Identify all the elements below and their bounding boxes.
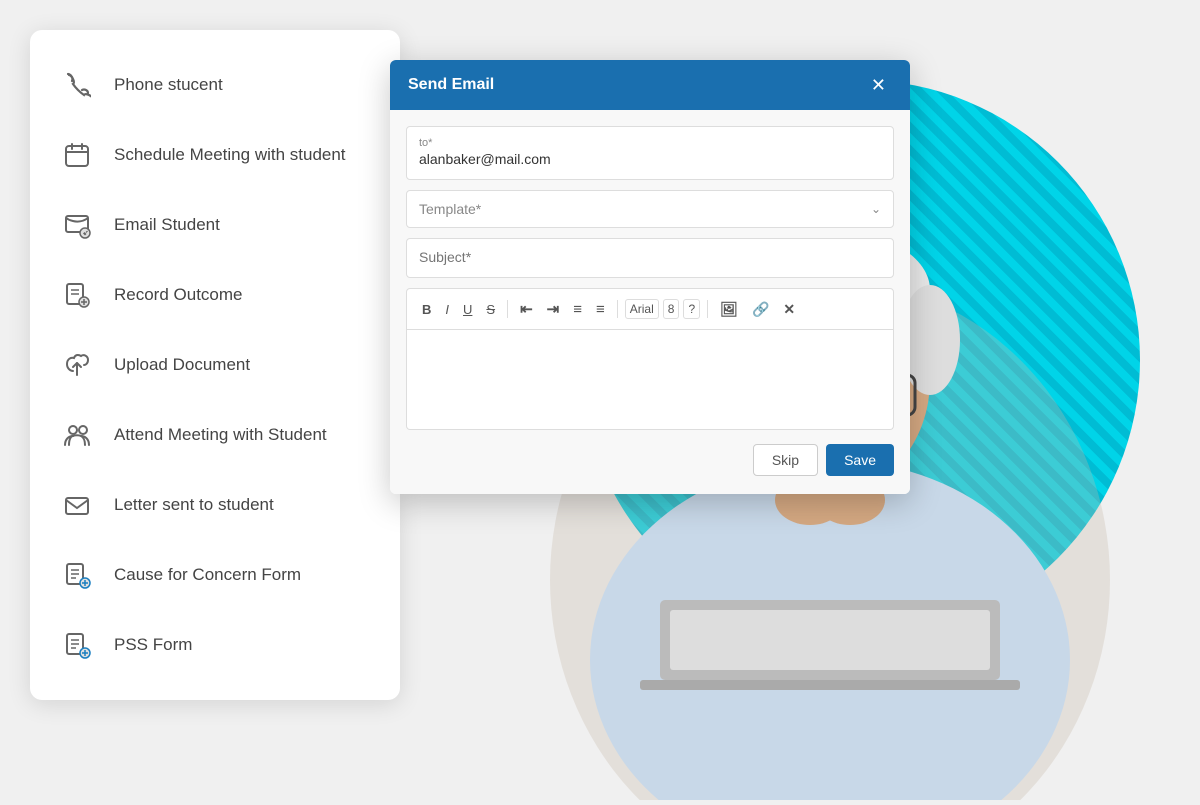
modal-container: Send Email ✕ to* Template* ⌄ B I U bbox=[390, 60, 910, 494]
modal-body: to* Template* ⌄ B I U S ⇤ ⇥ ≡ bbox=[390, 110, 910, 494]
sidebar-item-letter-sent[interactable]: Letter sent to student bbox=[30, 470, 400, 540]
template-placeholder: Template* bbox=[419, 201, 481, 217]
sidebar-label-attend-meeting: Attend Meeting with Student bbox=[114, 425, 327, 445]
to-label: to* bbox=[419, 137, 881, 149]
attend-meeting-icon bbox=[58, 416, 96, 454]
list-ordered-button[interactable]: ≡ bbox=[591, 298, 610, 321]
chevron-down-icon: ⌄ bbox=[871, 202, 881, 216]
phone-icon bbox=[58, 66, 96, 104]
sidebar-label-letter-sent: Letter sent to student bbox=[114, 495, 274, 515]
image-button[interactable]: 🖼 bbox=[715, 298, 743, 321]
sidebar-item-record-outcome[interactable]: Record Outcome bbox=[30, 260, 400, 330]
font-size-large: ? bbox=[683, 299, 700, 319]
sidebar-item-email-student[interactable]: Email Student bbox=[30, 190, 400, 260]
skip-button[interactable]: Skip bbox=[753, 444, 818, 476]
list-bullet-button[interactable]: ≡ bbox=[568, 298, 587, 321]
sidebar-label-email-student: Email Student bbox=[114, 215, 220, 235]
sidebar-label-schedule-meeting: Schedule Meeting with student bbox=[114, 145, 346, 165]
toolbar-separator-2 bbox=[617, 300, 618, 318]
modal-close-button[interactable]: ✕ bbox=[865, 74, 892, 96]
template-dropdown[interactable]: Template* ⌄ bbox=[406, 190, 894, 228]
editor-toolbar: B I U S ⇤ ⇥ ≡ ≡ Arial 8 ? 🖼 🔗 ✕ bbox=[406, 288, 894, 330]
sidebar-label-record-outcome: Record Outcome bbox=[114, 285, 243, 305]
subject-input[interactable] bbox=[419, 249, 881, 265]
letter-icon bbox=[58, 486, 96, 524]
remove-format-button[interactable]: ✕ bbox=[778, 298, 800, 321]
send-email-modal: Send Email ✕ to* Template* ⌄ B I U bbox=[390, 60, 910, 494]
italic-button[interactable]: I bbox=[440, 299, 454, 320]
underline-button[interactable]: U bbox=[458, 299, 477, 320]
sidebar-label-upload-document: Upload Document bbox=[114, 355, 250, 375]
email-editor-body[interactable] bbox=[406, 330, 894, 430]
save-button[interactable]: Save bbox=[826, 444, 894, 476]
font-size-small: 8 bbox=[663, 299, 680, 319]
modal-title: Send Email bbox=[408, 76, 494, 94]
sidebar-panel: Phone stucent Schedule Meeting with stud… bbox=[30, 30, 400, 700]
calendar-icon bbox=[58, 136, 96, 174]
indent-right-button[interactable]: ⇥ bbox=[542, 297, 565, 321]
email-edit-icon bbox=[58, 206, 96, 244]
sidebar-item-pss-form[interactable]: PSS Form bbox=[30, 610, 400, 680]
sidebar-label-phone-student: Phone stucent bbox=[114, 75, 223, 95]
sidebar-label-cause-concern: Cause for Concern Form bbox=[114, 565, 301, 585]
sidebar-item-attend-meeting[interactable]: Attend Meeting with Student bbox=[30, 400, 400, 470]
indent-left-button[interactable]: ⇤ bbox=[515, 297, 538, 321]
to-field: to* bbox=[406, 126, 894, 180]
record-outcome-icon bbox=[58, 276, 96, 314]
cause-concern-icon bbox=[58, 556, 96, 594]
subject-field bbox=[406, 238, 894, 278]
strikethrough-button[interactable]: S bbox=[481, 299, 500, 320]
font-name-label: Arial bbox=[625, 299, 659, 319]
toolbar-separator-1 bbox=[507, 300, 508, 318]
bold-button[interactable]: B bbox=[417, 299, 436, 320]
sidebar-item-upload-document[interactable]: Upload Document bbox=[30, 330, 400, 400]
sidebar-item-schedule-meeting[interactable]: Schedule Meeting with student bbox=[30, 120, 400, 190]
sidebar-label-pss-form: PSS Form bbox=[114, 635, 192, 655]
sidebar-item-phone-student[interactable]: Phone stucent bbox=[30, 50, 400, 120]
modal-header: Send Email ✕ bbox=[390, 60, 910, 110]
modal-footer: Skip Save bbox=[406, 440, 894, 478]
sidebar-item-cause-concern[interactable]: Cause for Concern Form bbox=[30, 540, 400, 610]
to-input[interactable] bbox=[419, 151, 881, 167]
upload-document-icon bbox=[58, 346, 96, 384]
link-button[interactable]: 🔗 bbox=[747, 298, 774, 321]
toolbar-separator-3 bbox=[707, 300, 708, 318]
pss-form-icon bbox=[58, 626, 96, 664]
